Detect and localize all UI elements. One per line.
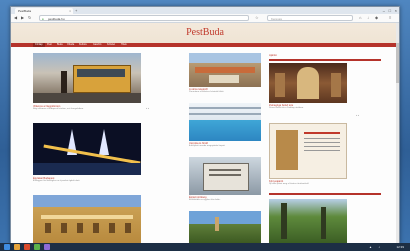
- article-card[interactable]: Zsinagóga belső tere Díszes belső tér a …: [269, 63, 347, 113]
- article-excerpt: Régi villamos a budapesti körúton, esti …: [33, 108, 84, 110]
- explorer-icon[interactable]: [14, 244, 20, 250]
- home-icon[interactable]: ⌂: [359, 15, 361, 21]
- article-card[interactable]: Épített örökség Emléktábla az egykori há…: [189, 157, 261, 203]
- article-excerpt: Díszes belső tér a Dohány utcában.: [269, 107, 304, 109]
- browser-window: PestBuda × + – □ × ◀ ▶ ↻ ● pestbuda.hu ☆…: [10, 6, 400, 244]
- article-image-park[interactable]: [269, 199, 347, 243]
- close-window-button[interactable]: ×: [395, 8, 397, 13]
- search-placeholder: Keresés: [271, 17, 283, 21]
- web-page: PestBuda Címlap Pest Buda Óbuda Kultúra …: [11, 23, 399, 243]
- nav-item-home[interactable]: Címlap: [33, 43, 45, 47]
- nav-item-kozelet[interactable]: Közélet: [107, 43, 115, 47]
- browser-icon[interactable]: [24, 244, 30, 250]
- nav-item-hirek[interactable]: Hírek: [121, 43, 127, 47]
- nav-item-buda[interactable]: Buda: [57, 43, 63, 47]
- sidebar-divider: [269, 59, 381, 61]
- article-excerpt: A felújított uszoda megnyitotta kapuit.: [189, 145, 226, 147]
- extension-icon[interactable]: ◆: [375, 15, 378, 21]
- download-icon[interactable]: ↓: [367, 15, 369, 21]
- article-image-facade[interactable]: [33, 195, 141, 243]
- navigation-bar: ◀ ▶ ↻ ● pestbuda.hu ☆ Keresés ⌂ ↓ ◆ ≡: [11, 14, 399, 23]
- start-icon[interactable]: [4, 244, 10, 250]
- lock-icon: ●: [42, 17, 44, 21]
- main-nav: Címlap Pest Buda Óbuda Kultúra Gasztró K…: [11, 43, 399, 47]
- article-card[interactable]: A város tetejéről Panoráma a belváros há…: [189, 53, 261, 95]
- article-card[interactable]: [269, 199, 347, 243]
- site-header: PestBuda: [11, 23, 399, 43]
- maximize-button[interactable]: □: [389, 8, 391, 13]
- new-tab-icon[interactable]: +: [75, 9, 77, 13]
- nav-item-obuda[interactable]: Óbuda: [67, 43, 74, 47]
- share-icons[interactable]: ● ●: [356, 115, 359, 117]
- sidebar-title: Ajánló: [269, 53, 277, 57]
- article-excerpt: Új kötet jelent meg a főváros történetér…: [269, 183, 310, 185]
- url-text: pestbuda.hu: [48, 17, 65, 21]
- article-image-synagogue[interactable]: [269, 63, 347, 103]
- article-image-book[interactable]: [269, 123, 347, 179]
- article-image-plaque[interactable]: [189, 157, 261, 195]
- scrollbar-thumb[interactable]: [396, 43, 399, 83]
- menu-icon[interactable]: ≡: [389, 15, 391, 21]
- address-bar[interactable]: ● pestbuda.hu: [39, 15, 249, 21]
- tab-title: PestBuda: [18, 9, 32, 13]
- back-icon[interactable]: ◀: [14, 15, 17, 21]
- article-image-hill[interactable]: [189, 211, 261, 243]
- nav-item-kultura[interactable]: Kultúra: [79, 43, 87, 47]
- article-excerpt: Emléktábla az egykori ház falán.: [189, 199, 221, 201]
- article-card[interactable]: Könyvajánló Új kötet jelent meg a főváro…: [269, 123, 347, 189]
- clock[interactable]: 12:39: [396, 244, 404, 250]
- article-excerpt: A Megyeri híd kivilágítva az éjszakai ég…: [33, 180, 80, 182]
- nav-item-gasztro[interactable]: Gasztró: [93, 43, 101, 47]
- article-card[interactable]: Villamos a Nagykörúton Régi villamos a b…: [33, 53, 141, 113]
- article-image-tram[interactable]: [33, 53, 141, 103]
- site-logo[interactable]: PestBuda: [11, 27, 399, 38]
- minimize-button[interactable]: –: [383, 8, 385, 13]
- article-card[interactable]: Uszoda és fürdő A felújított uszoda megn…: [189, 103, 261, 149]
- sidebar-divider: [269, 193, 381, 195]
- volume-icon[interactable]: ♪: [379, 244, 381, 250]
- network-icon[interactable]: ▲: [369, 244, 372, 250]
- article-excerpt: Panoráma a belváros háztetői fölött.: [189, 91, 225, 93]
- tab-bar: PestBuda × + – □ ×: [11, 7, 399, 14]
- nav-item-pest[interactable]: Pest: [47, 43, 52, 47]
- article-image-rooftops[interactable]: [189, 53, 261, 87]
- article-card[interactable]: Éjszakai Budapest A Megyeri híd kivilágí…: [33, 123, 141, 183]
- share-icons[interactable]: ● ●: [146, 108, 149, 110]
- taskbar: 12:39 ♪ ▲: [0, 243, 410, 251]
- article-card[interactable]: [189, 211, 261, 243]
- page-scrollbar[interactable]: [396, 23, 399, 243]
- reload-icon[interactable]: ↻: [28, 15, 31, 21]
- search-input[interactable]: Keresés: [267, 15, 353, 21]
- app-icon[interactable]: [34, 244, 40, 250]
- article-image-bridge[interactable]: [33, 123, 141, 175]
- bookmark-star-icon[interactable]: ☆: [255, 15, 259, 21]
- article-image-pool[interactable]: [189, 103, 261, 141]
- app-icon[interactable]: [44, 244, 50, 250]
- forward-icon[interactable]: ▶: [21, 15, 24, 21]
- article-card[interactable]: [33, 195, 141, 243]
